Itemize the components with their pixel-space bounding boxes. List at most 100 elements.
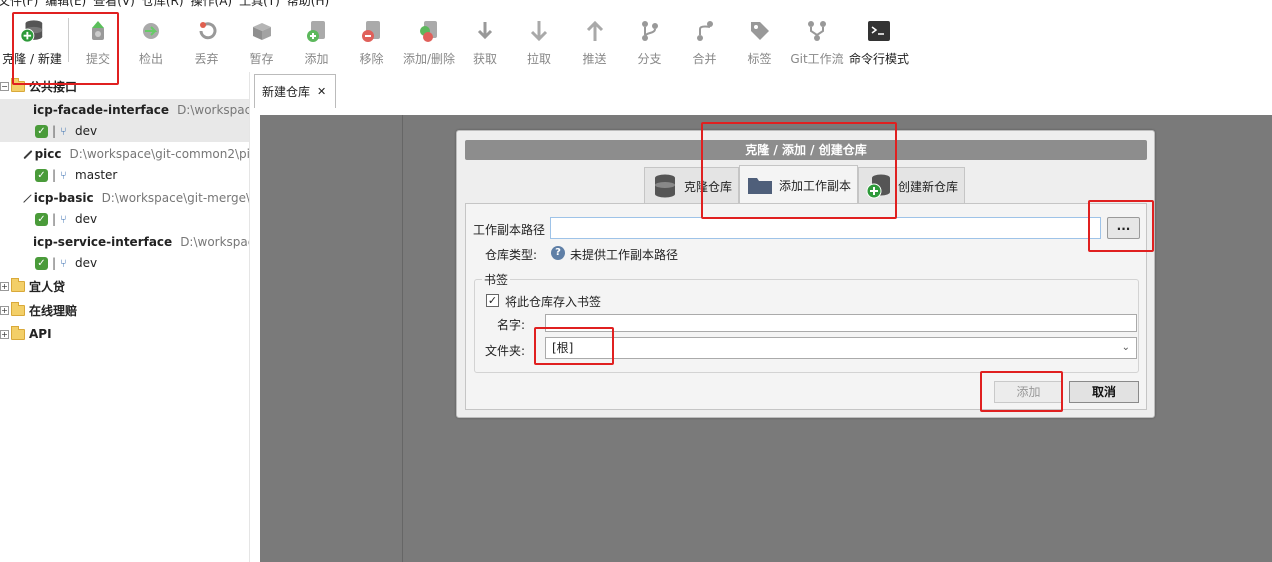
menu-tools[interactable]: 工具(T) [239, 0, 287, 8]
separator: | [52, 212, 57, 226]
remove-button[interactable]: 移除 [344, 10, 399, 68]
stash-icon [249, 18, 275, 44]
add-button[interactable]: 添加 [289, 10, 344, 68]
collapse-icon[interactable]: − [0, 81, 9, 91]
repo-name: picc [34, 147, 62, 161]
separator: | [52, 168, 57, 182]
tree-group-online-claims[interactable]: + 在线理赔 [0, 299, 249, 321]
tree-repo-picc[interactable]: picc D:\workspace\git-common2\pi [0, 143, 250, 165]
branch-icon [637, 18, 663, 44]
git-flow-label: Git工作流 [790, 52, 844, 66]
clean-status-icon: ✓ [35, 212, 48, 226]
branch-button[interactable]: 分支 [622, 10, 677, 68]
repo-name: icp-basic [33, 191, 94, 205]
push-label: 推送 [582, 52, 607, 66]
bookmark-name-input[interactable] [545, 314, 1137, 332]
tag-icon [747, 18, 773, 44]
merge-icon [692, 18, 718, 44]
tree-repo-icp-service-interface[interactable]: icp-service-interface D:\workspace [0, 231, 249, 253]
annotation-box [980, 371, 1063, 412]
divider [402, 115, 403, 562]
pull-button[interactable]: 拉取 [511, 10, 567, 68]
branch-label: 分支 [637, 52, 662, 66]
terminal-icon [866, 18, 892, 44]
repo-path: D:\workspace\git-merge\ [101, 191, 250, 205]
folder-label: 文件夹: [485, 344, 526, 358]
repo-path: D:\workspace\git-common2\pi [69, 147, 250, 161]
discard-label: 丢弃 [194, 52, 219, 66]
add-remove-button[interactable]: 添加/删除 [399, 10, 459, 68]
repo-type-value: 未提供工作副本路径 [570, 248, 679, 262]
working-copy-path-input[interactable] [550, 217, 1101, 239]
working-copy-path-label: 工作副本路径 [473, 223, 546, 237]
menu-edit[interactable]: 编辑(E) [45, 0, 93, 8]
repo-name: icp-facade-interface [33, 103, 170, 117]
folder-select[interactable]: [根] ⌄ [545, 337, 1137, 359]
annotation-box [12, 12, 119, 85]
annotation-box [534, 327, 614, 365]
branch-name: dev [75, 212, 98, 226]
expand-icon[interactable]: + [0, 329, 9, 339]
cancel-button[interactable]: 取消 [1069, 381, 1139, 403]
discard-button[interactable]: 丢弃 [179, 10, 234, 68]
merge-button[interactable]: 合并 [677, 10, 732, 68]
tree-group-api[interactable]: + API [0, 323, 249, 345]
branch-icon: ⑂ [60, 124, 67, 138]
expand-icon[interactable]: + [0, 305, 9, 315]
pull-label: 拉取 [526, 52, 551, 66]
push-icon [582, 18, 608, 44]
branch-name: dev [75, 124, 98, 138]
separator: | [52, 256, 57, 270]
checkout-button[interactable]: 检出 [123, 10, 179, 68]
menu-actions[interactable]: 操作(A) [191, 0, 240, 8]
tree-repo-icp-basic[interactable]: icp-basic D:\workspace\git-merge\ [0, 187, 250, 209]
tab-new-repository[interactable]: 新建仓库 ✕ [254, 74, 336, 108]
git-repo-icon [23, 193, 32, 203]
annotation-box [701, 122, 897, 219]
name-label: 名字: [497, 318, 526, 332]
folder-icon [11, 277, 25, 292]
branch-icon: ⑂ [60, 256, 67, 270]
menu-repository[interactable]: 仓库(R) [142, 0, 191, 8]
tab-label: 创建新仓库 [898, 179, 959, 194]
checkout-label: 检出 [138, 52, 163, 66]
expand-icon[interactable]: + [0, 281, 9, 291]
repo-path: D:\workspace [177, 103, 249, 117]
toolbar: 克隆 / 新建 提交 检出 丢弃 暂存 添加 移除 添加/删除 获取 拉取 推送… [0, 10, 1272, 72]
checkout-icon [138, 18, 164, 44]
terminal-button[interactable]: 命令行模式 [847, 10, 911, 68]
save-bookmark-checkbox[interactable]: ✓ [486, 294, 499, 307]
group-label: 在线理赔 [29, 303, 78, 318]
clean-status-icon: ✓ [35, 124, 48, 138]
git-repo-icon [23, 149, 33, 159]
repo-type-label: 仓库类型: [485, 248, 538, 262]
save-bookmark-label: 将此仓库存入书签 [505, 295, 602, 309]
menu-file[interactable]: 文件(F) [0, 0, 45, 8]
menu-view[interactable]: 查看(V) [93, 0, 142, 8]
folder-icon [11, 301, 25, 316]
push-button[interactable]: 推送 [567, 10, 622, 68]
tree-repo-status-row[interactable]: ✓ | ⑂ dev [0, 120, 249, 142]
stash-button[interactable]: 暂存 [234, 10, 289, 68]
menu-help[interactable]: 帮助(H) [287, 0, 336, 8]
stash-label: 暂存 [249, 52, 274, 66]
branch-name: dev [75, 256, 98, 270]
tree-repo-icp-facade-interface[interactable]: icp-facade-interface D:\workspace [0, 99, 249, 121]
git-flow-button[interactable]: Git工作流 [787, 10, 847, 68]
tree-group-yirendai[interactable]: + 宜人贷 [0, 275, 249, 297]
tag-label: 标签 [747, 52, 772, 66]
merge-label: 合并 [692, 52, 717, 66]
repo-path: D:\workspace [180, 235, 249, 249]
fetch-icon [472, 18, 498, 44]
add-remove-label: 添加/删除 [402, 52, 456, 66]
tree-repo-status-row[interactable]: ✓ | ⑂ master [0, 164, 249, 186]
close-icon[interactable]: ✕ [317, 85, 326, 98]
add-file-icon [304, 18, 330, 44]
remove-label: 移除 [359, 52, 384, 66]
fetch-button[interactable]: 获取 [459, 10, 511, 68]
tree-repo-status-row[interactable]: ✓ | ⑂ dev [0, 252, 249, 274]
tree-repo-status-row[interactable]: ✓ | ⑂ dev [0, 208, 249, 230]
fetch-label: 获取 [472, 52, 497, 66]
remove-file-icon [359, 18, 385, 44]
tag-button[interactable]: 标签 [732, 10, 787, 68]
